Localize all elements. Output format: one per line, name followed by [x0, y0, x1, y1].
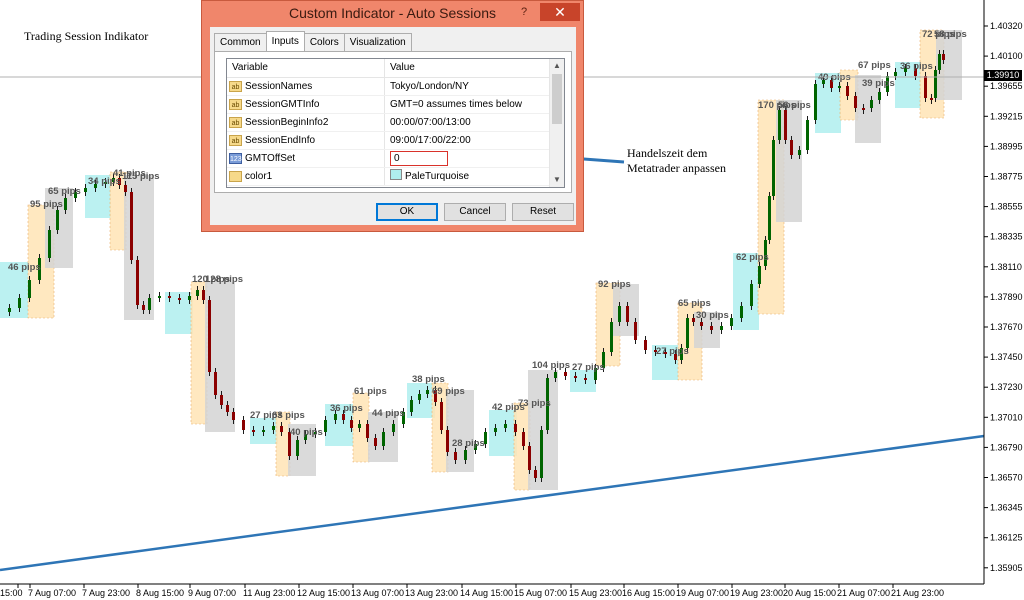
header-value[interactable]: Value	[385, 59, 548, 77]
grid-row-session-begin-info[interactable]: ab SessionBeginInfo2 00:00/07:00/13:00	[227, 114, 564, 132]
value-cell[interactable]: 00:00/07:00/13:00	[385, 114, 548, 131]
dialog-body: Common Inputs Colors Visualization Varia…	[210, 27, 576, 225]
string-type-icon: ab	[229, 135, 242, 146]
scroll-down-icon[interactable]: ▼	[550, 173, 564, 187]
grid-row-color1[interactable]: clrcolor1 PaleTurquoise	[227, 168, 564, 186]
scroll-thumb[interactable]	[552, 74, 562, 124]
grid-header: Variable Value	[227, 59, 564, 78]
inputs-grid[interactable]: Variable Value ab SessionNames Tokyo/Lond…	[226, 58, 565, 188]
value-cell[interactable]: GMT=0 assumes times below	[385, 96, 548, 113]
value-cell[interactable]: 09:00/17:00/22:00	[385, 132, 548, 149]
string-type-icon: ab	[229, 81, 242, 92]
help-icon: ?	[520, 6, 528, 18]
grid-row-gmt-offset[interactable]: 123 GMTOffSet 0	[227, 150, 564, 168]
integer-type-icon: 123	[229, 153, 242, 164]
header-variable[interactable]: Variable	[227, 59, 385, 77]
variable-name: GMTOffSet	[245, 153, 296, 164]
custom-indicator-dialog[interactable]: Custom Indicator - Auto Sessions ? ✕ Com…	[201, 0, 584, 232]
scroll-up-icon[interactable]: ▲	[550, 59, 564, 73]
grid-row-session-end-info[interactable]: ab SessionEndInfo 09:00/17:00/22:00	[227, 132, 564, 150]
value-cell[interactable]: PaleTurquoise	[385, 168, 548, 185]
tab-inputs[interactable]: Inputs	[265, 31, 305, 51]
value-cell[interactable]: Tokyo/London/NY	[385, 78, 548, 95]
tab-bar: Common Inputs Colors Visualization	[214, 31, 412, 52]
string-type-icon: ab	[229, 99, 242, 110]
grid-row-session-gmt-info[interactable]: ab SessionGMTInfo GMT=0 assumes times bel…	[227, 96, 564, 114]
help-button[interactable]: ?	[515, 4, 533, 20]
variable-name: SessionNames	[245, 81, 313, 92]
string-type-icon: ab	[229, 117, 242, 128]
grid-scrollbar[interactable]: ▲ ▼	[549, 59, 564, 187]
tab-common[interactable]: Common	[214, 33, 267, 51]
ok-button[interactable]: OK	[376, 203, 438, 221]
gmt-offset-input[interactable]: 0	[390, 151, 448, 166]
tab-visualization[interactable]: Visualization	[343, 33, 412, 51]
close-button[interactable]: ✕	[540, 3, 580, 21]
tab-colors[interactable]: Colors	[303, 33, 345, 51]
color-type-icon: clr	[229, 171, 242, 182]
variable-name: color1	[245, 171, 273, 182]
color-value: PaleTurquoise	[405, 171, 470, 182]
variable-name: SessionBeginInfo2	[245, 117, 329, 128]
reset-button[interactable]: Reset	[512, 203, 574, 221]
close-icon: ✕	[554, 4, 566, 20]
grid-row-session-names[interactable]: ab SessionNames Tokyo/London/NY	[227, 78, 564, 96]
inputs-panel: Variable Value ab SessionNames Tokyo/Lond…	[214, 51, 572, 193]
cancel-button[interactable]: Cancel	[444, 203, 506, 221]
color-swatch	[390, 169, 402, 180]
variable-name: SessionEndInfo	[245, 135, 316, 146]
variable-name: SessionGMTInfo	[245, 99, 320, 110]
